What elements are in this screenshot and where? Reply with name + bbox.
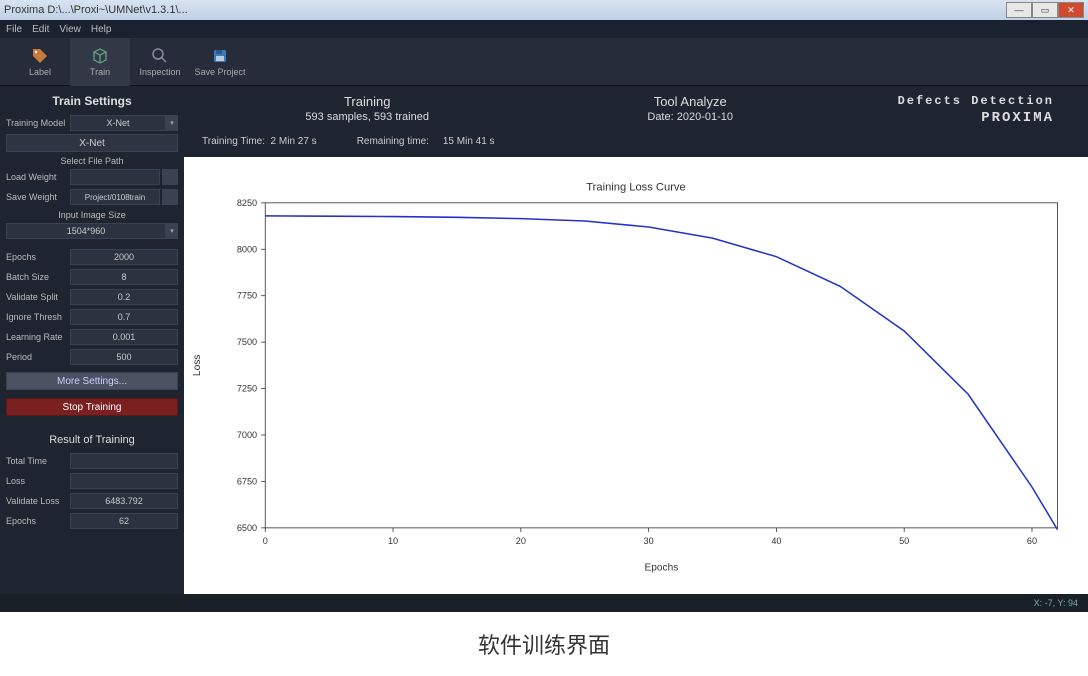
train-settings-title: Train Settings [6, 94, 178, 108]
training-model-dropdown[interactable]: X-Net [70, 115, 166, 131]
menubar: File Edit View Help [0, 20, 1088, 38]
validate-loss-value: 6483.792 [70, 493, 178, 509]
input-image-size-dropdown[interactable]: 1504*960 [6, 223, 166, 239]
svg-text:60: 60 [1027, 536, 1037, 546]
cursor-position: X: -7, Y: 94 [1034, 598, 1078, 608]
load-weight-field[interactable] [70, 169, 160, 185]
window-title: Proxima D:\...\Proxi~\UMNet\v1.3.1\... [4, 4, 1006, 16]
result-epochs-label: Epochs [6, 516, 70, 526]
titlebar: Proxima D:\...\Proxi~\UMNet\v1.3.1\... —… [0, 0, 1088, 20]
period-label: Period [6, 352, 70, 362]
date-text: Date: 2020-01-10 [536, 111, 844, 123]
loss-label: Loss [6, 476, 70, 486]
save-weight-label: Save Weight [6, 192, 70, 202]
chevron-down-icon[interactable]: ▾ [166, 223, 178, 239]
validate-loss-label: Validate Loss [6, 496, 70, 506]
svg-text:20: 20 [516, 536, 526, 546]
training-loss-chart: Training Loss Curve 6500 6750 7000 7250 7500 7… [184, 157, 1088, 594]
browse-button[interactable] [162, 189, 178, 205]
training-heading: Training [198, 94, 536, 109]
more-settings-button[interactable]: More Settings... [6, 372, 178, 390]
epochs-label: Epochs [6, 252, 70, 262]
svg-text:8250: 8250 [237, 198, 257, 208]
select-file-path-label: Select File Path [6, 156, 178, 166]
learning-rate-label: Learning Rate [6, 332, 70, 342]
toolbar-label[interactable]: Label [10, 38, 70, 86]
epochs-field[interactable]: 2000 [70, 249, 178, 265]
result-of-training-title: Result of Training [6, 434, 178, 446]
brand-line1: Defects Detection [844, 94, 1054, 108]
training-time-label: Training Time: [202, 136, 265, 147]
input-image-size-label: Input Image Size [6, 210, 178, 220]
svg-text:Epochs: Epochs [644, 563, 678, 574]
maximize-button[interactable]: ▭ [1032, 2, 1058, 18]
app-window: Proxima D:\...\Proxi~\UMNet\v1.3.1\... —… [0, 0, 1088, 612]
menu-edit[interactable]: Edit [32, 24, 49, 35]
period-field[interactable]: 500 [70, 349, 178, 365]
cube-icon [91, 47, 109, 65]
total-time-value [70, 453, 178, 469]
svg-text:Loss: Loss [192, 355, 203, 376]
save-weight-field[interactable]: Project/0108train [70, 189, 160, 205]
content-area: Training 593 samples, 593 trained Tool A… [184, 86, 1088, 594]
batch-size-field[interactable]: 8 [70, 269, 178, 285]
validate-split-field[interactable]: 0.2 [70, 289, 178, 305]
svg-text:7250: 7250 [237, 384, 257, 394]
brand-line2: PROXIMA [844, 110, 1054, 126]
toolbar-save-project[interactable]: Save Project [190, 38, 250, 86]
svg-text:0: 0 [263, 536, 268, 546]
load-weight-label: Load Weight [6, 172, 70, 182]
menu-view[interactable]: View [59, 24, 81, 35]
minimize-button[interactable]: — [1006, 2, 1032, 18]
svg-text:50: 50 [899, 536, 909, 546]
svg-text:30: 30 [644, 536, 654, 546]
svg-text:7500: 7500 [237, 337, 257, 347]
total-time-label: Total Time [6, 456, 70, 466]
ignore-thresh-label: Ignore Thresh [6, 312, 70, 322]
result-epochs-value: 62 [70, 513, 178, 529]
close-button[interactable]: ✕ [1058, 2, 1084, 18]
toolbar: Label Train Inspection Save Project [0, 38, 1088, 86]
browse-button[interactable] [162, 169, 178, 185]
svg-text:Training Loss Curve: Training Loss Curve [586, 182, 685, 194]
ignore-thresh-field[interactable]: 0.7 [70, 309, 178, 325]
chart-svg: Training Loss Curve 6500 6750 7000 7250 7500 7… [184, 157, 1088, 594]
statusbar: X: -7, Y: 94 [0, 594, 1088, 612]
stop-training-button[interactable]: Stop Training [6, 398, 178, 416]
svg-text:6500: 6500 [237, 523, 257, 533]
search-icon [151, 47, 169, 65]
caption: 软件训练界面 [0, 612, 1088, 676]
sidebar: Train Settings Training Model X-Net ▾ X-… [0, 86, 184, 594]
menu-help[interactable]: Help [91, 24, 112, 35]
samples-text: 593 samples, 593 trained [198, 111, 536, 123]
toolbar-inspection[interactable]: Inspection [130, 38, 190, 86]
svg-text:6750: 6750 [237, 476, 257, 486]
loss-value [70, 473, 178, 489]
svg-text:7750: 7750 [237, 291, 257, 301]
remaining-time-label: Remaining time: [357, 136, 429, 147]
tag-icon [31, 47, 49, 65]
chevron-down-icon[interactable]: ▾ [166, 115, 178, 131]
training-model-label: Training Model [6, 118, 70, 128]
tool-analyze-heading: Tool Analyze [536, 94, 844, 109]
xnet-button[interactable]: X-Net [6, 134, 178, 152]
menu-file[interactable]: File [6, 24, 22, 35]
save-icon [211, 47, 229, 65]
remaining-time-value: 15 Min 41 s [443, 136, 495, 147]
batch-size-label: Batch Size [6, 272, 70, 282]
toolbar-train[interactable]: Train [70, 38, 130, 86]
svg-text:40: 40 [771, 536, 781, 546]
training-time-value: 2 Min 27 s [271, 136, 317, 147]
svg-text:10: 10 [388, 536, 398, 546]
svg-text:7000: 7000 [237, 430, 257, 440]
svg-text:8000: 8000 [237, 244, 257, 254]
learning-rate-field[interactable]: 0.001 [70, 329, 178, 345]
validate-split-label: Validate Split [6, 292, 70, 302]
